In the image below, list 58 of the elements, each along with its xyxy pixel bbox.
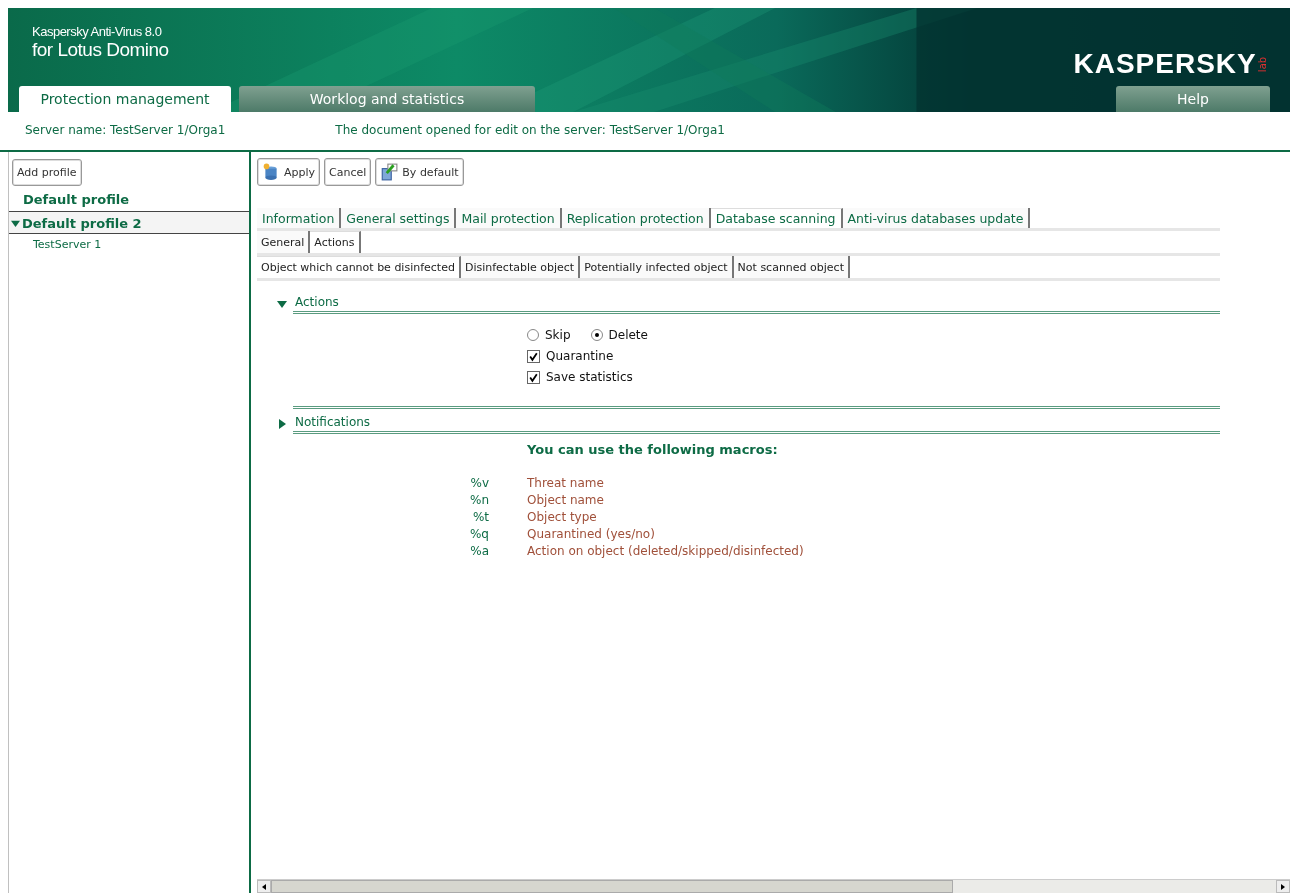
macro-code: %a	[469, 543, 489, 560]
profile-item[interactable]: Default profile 2	[9, 211, 249, 234]
radio-button[interactable]	[590, 329, 603, 341]
object-tab[interactable]: Object which cannot be disinfected	[257, 256, 461, 278]
macro-code: %t	[471, 509, 489, 526]
object-tab[interactable]: Not scanned object	[733, 256, 850, 278]
checkmark-icon	[528, 350, 539, 362]
object-tab[interactable]: Potentially infected object	[580, 256, 734, 278]
macros-heading: You can use the following macros:	[526, 441, 779, 457]
server-item[interactable]: TestServer 1	[9, 234, 249, 251]
main-tab[interactable]: Worklog and statistics	[239, 86, 535, 112]
document-status: The document opened for edit on the server: TestServer 1/Orga1	[335, 123, 725, 139]
expand-arrow-icon[interactable]	[11, 219, 20, 228]
horizontal-scrollbar[interactable]	[257, 879, 1290, 893]
checkmark-icon	[528, 371, 539, 383]
tab[interactable]: Mail protection	[456, 208, 562, 228]
tab[interactable]: Information	[257, 208, 342, 228]
product-subtitle: Kaspersky Anti-Virus 8.0	[32, 24, 163, 39]
macro-description: Object type	[527, 509, 597, 526]
radio-button[interactable]	[527, 329, 539, 341]
section-header[interactable]: Notifications	[293, 406, 1220, 434]
checkbox-option[interactable]: Quarantine	[527, 349, 614, 363]
expand-arrow-icon[interactable]	[277, 299, 287, 309]
section-header[interactable]: Actions	[293, 295, 1220, 314]
database-icon	[262, 163, 280, 181]
logo-suffix: lab	[1256, 56, 1268, 72]
radio-option[interactable]: Skip	[527, 328, 571, 342]
toolbar-button[interactable]: Cancel	[324, 158, 372, 186]
logo-text: KASPERSKY	[1073, 48, 1257, 80]
help-tab[interactable]: Help	[1116, 86, 1270, 112]
macro-code: %q	[468, 526, 489, 543]
scroll-right-icon[interactable]	[1280, 883, 1286, 890]
scroll-left-icon[interactable]	[261, 883, 267, 890]
macro-description: Object name	[527, 492, 604, 509]
macro-description: Quarantined (yes/no)	[527, 526, 655, 543]
radio-option[interactable]: Delete	[590, 328, 648, 342]
add-profile-button[interactable]: Add profile	[12, 159, 82, 186]
tab[interactable]: Database scanning	[710, 208, 843, 228]
toolbar-button[interactable]: Apply	[257, 158, 321, 186]
expand-arrow-icon[interactable]	[277, 419, 287, 429]
subtab[interactable]: Actions	[310, 231, 361, 253]
main-tab[interactable]: Protection management	[19, 86, 231, 112]
profile-item[interactable]: Default profile	[9, 186, 249, 211]
checkbox[interactable]	[527, 349, 540, 363]
macro-code: %v	[469, 475, 489, 492]
checkbox-option[interactable]: Save statistics	[527, 370, 633, 384]
checkbox[interactable]	[527, 370, 540, 384]
subtab[interactable]: General	[257, 231, 311, 253]
macro-code: %n	[469, 492, 489, 509]
macro-description: Action on object (deleted/skipped/disinfected)	[527, 543, 804, 560]
server-name: Server name: TestServer 1/Orga1	[25, 123, 226, 139]
toolbar-button[interactable]: By default	[375, 158, 464, 186]
tab[interactable]: General settings	[341, 208, 457, 228]
object-tab[interactable]: Disinfectable object	[460, 256, 581, 278]
macro-description: Threat name	[527, 475, 604, 492]
tab[interactable]: Anti-virus databases update	[842, 208, 1031, 228]
document-arrow-icon	[380, 163, 399, 181]
tab[interactable]: Replication protection	[561, 208, 711, 228]
